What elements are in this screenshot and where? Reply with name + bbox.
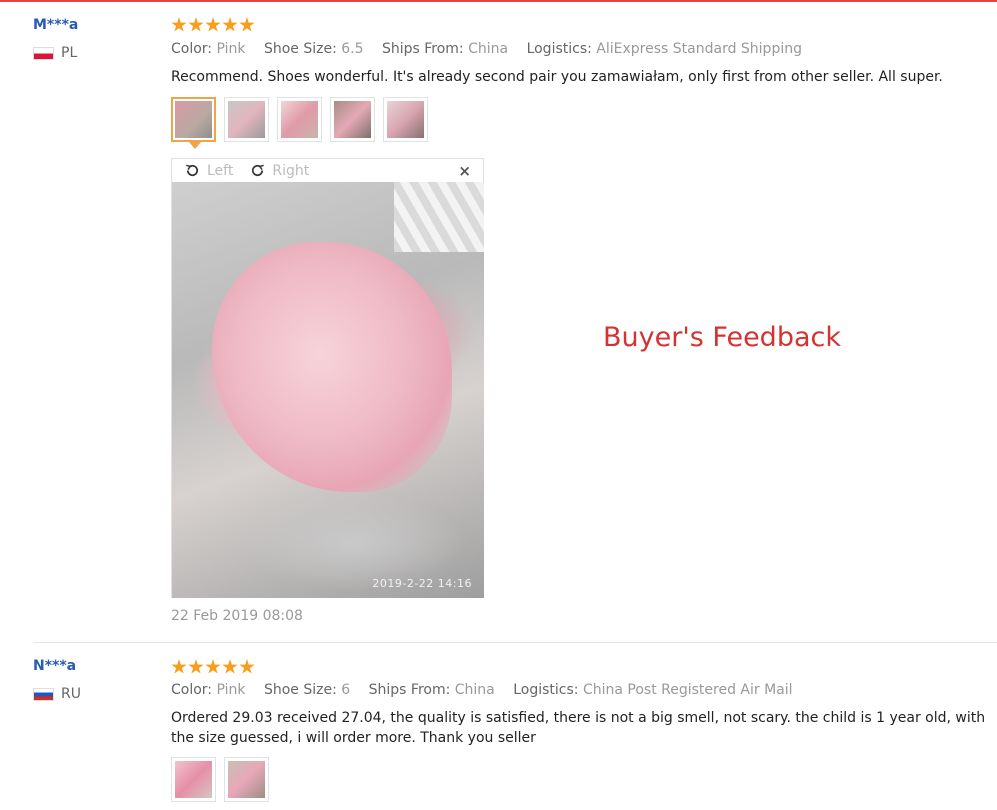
photo-thumbnail[interactable]	[171, 757, 216, 802]
review-text: Ordered 29.03 received 27.04, the qualit…	[171, 710, 986, 746]
photo-thumbnail[interactable]	[224, 757, 269, 802]
photo-thumbnails	[171, 97, 428, 149]
ships-from-label: Ships From:	[381, 41, 464, 57]
rotate-left-button[interactable]: Left	[184, 162, 233, 179]
photo-thumbnail[interactable]	[383, 97, 428, 142]
buyers-feedback-overlay: Buyer's Feedback	[603, 322, 841, 353]
rotate-left-label: Left	[207, 162, 234, 179]
rotate-left-icon	[186, 164, 199, 177]
size-value: 6	[341, 682, 351, 698]
country-code: PL	[61, 45, 78, 61]
star-rating	[171, 17, 255, 33]
logistics-label: Logistics:	[513, 682, 579, 698]
review-date: 22 Feb 2019 08:08	[171, 608, 303, 624]
star-rating	[171, 659, 255, 675]
rotate-right-label: Right	[272, 162, 310, 179]
star-icon	[222, 659, 238, 674]
color-value: Pink	[216, 41, 246, 57]
star-icon	[188, 659, 204, 674]
review-photo: 2019-2-22 14:16	[172, 182, 484, 598]
reviewer-country: RU	[33, 686, 81, 702]
photo-viewer-toolbar: Left Right ×	[172, 159, 483, 182]
close-icon[interactable]: ×	[458, 162, 471, 180]
photo-thumbnail[interactable]	[277, 97, 322, 142]
star-icon	[239, 659, 255, 674]
color-label: Color:	[171, 682, 213, 698]
reviewer-name[interactable]: M***a	[33, 17, 78, 33]
order-attributes: Color: Pink Shoe Size: 6.5 Ships From: C…	[171, 41, 816, 57]
review-item: M***a PL Color: Pink Shoe Size: 6.5 Ship…	[0, 0, 997, 642]
size-value: 6.5	[341, 41, 364, 57]
russia-flag-icon	[33, 687, 54, 701]
logistics-label: Logistics:	[526, 41, 592, 57]
review-text: Recommend. Shoes wonderful. It's already…	[171, 69, 943, 85]
star-icon	[222, 17, 238, 32]
reviewer-country: PL	[33, 45, 77, 61]
order-attributes: Color: Pink Shoe Size: 6 Ships From: Chi…	[171, 682, 807, 698]
star-icon	[171, 659, 187, 674]
color-value: Pink	[216, 682, 246, 698]
star-icon	[171, 17, 187, 32]
size-label: Shoe Size:	[263, 682, 337, 698]
rotate-right-button[interactable]: Right	[249, 162, 309, 179]
star-icon	[239, 17, 255, 32]
ships-from-value: China	[468, 41, 509, 57]
country-code: RU	[61, 686, 81, 702]
star-icon	[205, 659, 221, 674]
star-icon	[188, 17, 204, 32]
photo-viewer: Left Right × 2019-2-22 14:16	[171, 158, 484, 598]
star-icon	[205, 17, 221, 32]
logistics-value: China Post Registered Air Mail	[582, 682, 793, 698]
rotate-right-icon	[252, 164, 265, 177]
color-label: Color:	[171, 41, 213, 57]
photo-thumbnails	[171, 757, 269, 802]
size-label: Shoe Size:	[263, 41, 337, 57]
photo-thumbnail-selected[interactable]	[171, 97, 216, 149]
reviewer-name[interactable]: N***a	[33, 658, 76, 674]
ships-from-value: China	[454, 682, 495, 698]
review-item: N***a RU Color: Pink Shoe Size: 6 Ships …	[0, 643, 997, 810]
photo-timestamp: 2019-2-22 14:16	[372, 577, 472, 590]
photo-thumbnail[interactable]	[330, 97, 375, 142]
poland-flag-icon	[33, 46, 54, 60]
logistics-value: AliExpress Standard Shipping	[596, 41, 802, 57]
ships-from-label: Ships From:	[368, 682, 451, 698]
photo-thumbnail[interactable]	[224, 97, 269, 142]
